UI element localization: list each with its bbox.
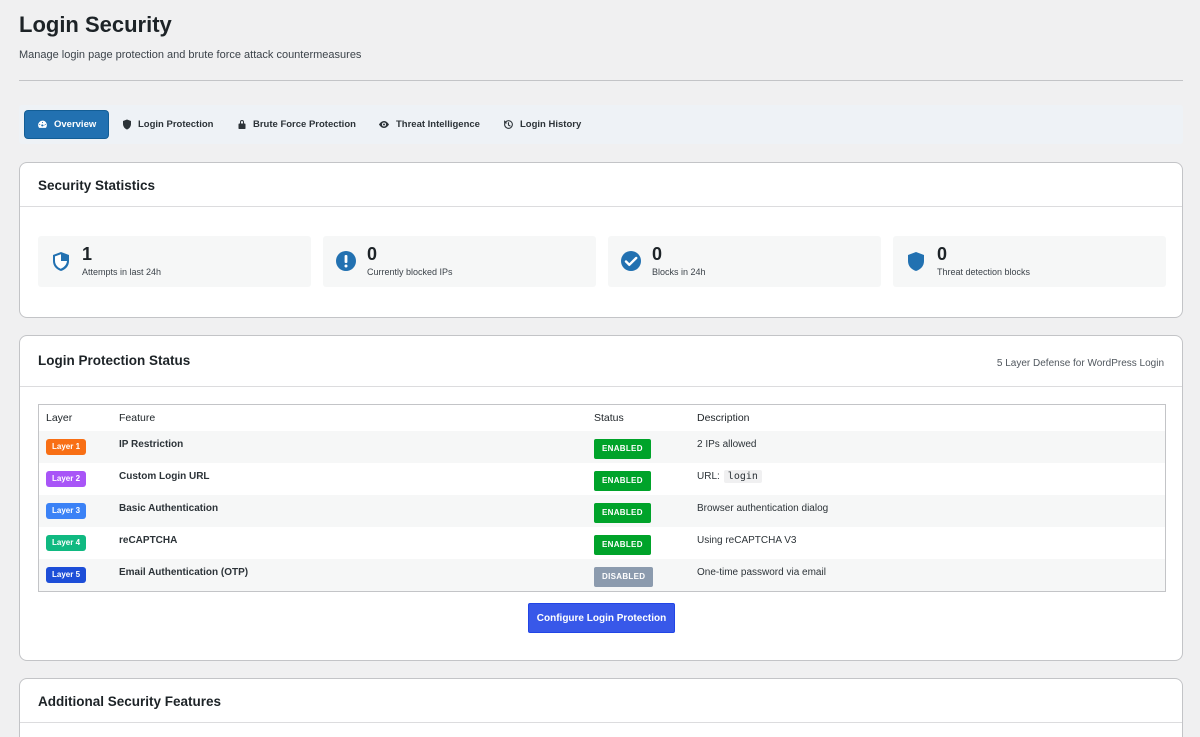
stat-label: Threat detection blocks	[937, 267, 1031, 277]
dashboard-icon	[38, 120, 47, 128]
description: Using reCAPTCHA V3	[697, 535, 797, 546]
history-icon	[504, 120, 513, 129]
protection-table: Layer Feature Status Description Layer 1…	[38, 404, 1166, 592]
tab-login-history[interactable]: Login History	[491, 111, 593, 138]
card-header: Additional Security Features	[20, 679, 1182, 723]
status-badge: ENABLED	[594, 471, 651, 491]
stat-value: 1	[82, 244, 93, 264]
feature-name: IP Restriction	[119, 439, 184, 450]
layer-badge: Layer 3	[46, 503, 87, 519]
card-header: Login Protection Status 5 Layer Defense …	[20, 336, 1182, 387]
feature-name: Custom Login URL	[119, 471, 210, 482]
column-header-feature: Feature	[119, 412, 156, 424]
table-row: Layer 3 Basic Authentication ENABLED Bro…	[39, 495, 1165, 527]
description: Browser authentication dialog	[697, 503, 829, 514]
feature-name: Basic Authentication	[119, 503, 219, 514]
page-title: Login Security	[19, 12, 172, 37]
stat-label: Blocks in 24h	[652, 267, 706, 277]
table-row: Layer 1 IP Restriction ENABLED 2 IPs all…	[39, 431, 1165, 463]
description: 2 IPs allowed	[697, 439, 757, 450]
table-row: Layer 4 reCAPTCHA ENABLED Using reCAPTCH…	[39, 527, 1165, 559]
feature-name: Email Authentication (OTP)	[119, 567, 249, 578]
status-badge: ENABLED	[594, 439, 651, 459]
column-header-layer: Layer	[46, 412, 73, 424]
stat-value: 0	[367, 244, 378, 264]
stat-label: Attempts in last 24h	[82, 267, 162, 277]
tab-brute-force-protection[interactable]: Brute Force Protection	[225, 111, 368, 138]
description: One-time password via email	[697, 567, 826, 578]
column-header-status: Status	[594, 412, 624, 424]
page-subtitle: Manage login page protection and brute f…	[19, 49, 362, 61]
tab-label: Threat Intelligence	[396, 119, 480, 130]
status-badge: ENABLED	[594, 535, 651, 555]
card-title: Security Statistics	[38, 178, 156, 193]
tab-label: Brute Force Protection	[253, 119, 356, 130]
eye-icon	[379, 121, 389, 128]
stat-value: 0	[652, 244, 663, 264]
column-header-description: Description	[697, 412, 750, 424]
stat-blocks-24h: 0 Blocks in 24h	[608, 236, 881, 287]
card-header: Security Statistics	[20, 163, 1182, 207]
security-statistics-card: Security Statistics 1 Attempts in last 2…	[19, 162, 1183, 318]
layer-badge: Layer 5	[46, 567, 87, 583]
table-row: Layer 2 Custom Login URL ENABLED URL: log…	[39, 463, 1165, 495]
tab-label: Overview	[54, 119, 97, 130]
tab-login-protection[interactable]: Login Protection	[110, 111, 225, 138]
tab-label: Login Protection	[138, 119, 214, 130]
layer-badge: Layer 2	[46, 471, 87, 487]
stat-attempts: 1 Attempts in last 24h	[38, 236, 311, 287]
login-protection-status-card: Login Protection Status 5 Layer Defense …	[19, 335, 1183, 661]
stat-value: 0	[937, 244, 948, 264]
card-title: Additional Security Features	[38, 694, 222, 709]
shield-icon	[908, 252, 924, 271]
status-badge: DISABLED	[594, 567, 654, 587]
check-circle-icon	[621, 251, 641, 271]
tab-threat-intelligence[interactable]: Threat Intelligence	[366, 111, 492, 138]
layer-badge: Layer 1	[46, 439, 87, 455]
warning-circle-icon	[336, 251, 356, 271]
shield-half-icon	[53, 252, 69, 271]
tab-label: Login History	[520, 119, 582, 130]
card-title: Login Protection Status	[38, 353, 191, 368]
table-row: Layer 5 Email Authentication (OTP) DISAB…	[39, 559, 1165, 591]
tab-overview[interactable]: Overview	[25, 111, 109, 138]
additional-security-features-card: Additional Security Features	[19, 678, 1183, 737]
description: URL:	[697, 471, 720, 482]
status-badge: ENABLED	[594, 503, 651, 523]
stat-threat-blocks: 0 Threat detection blocks	[893, 236, 1166, 287]
stat-blocked-ips: 0 Currently blocked IPs	[323, 236, 596, 287]
layer-badge: Layer 4	[46, 535, 87, 551]
tab-bar: Overview Login Protection Brute Force Pr…	[19, 105, 1183, 144]
shield-icon	[123, 119, 131, 130]
login-url-code: login	[723, 470, 762, 483]
card-meta: 5 Layer Defense for WordPress Login	[996, 358, 1164, 369]
lock-icon	[238, 120, 246, 129]
stat-label: Currently blocked IPs	[367, 267, 453, 277]
feature-name: reCAPTCHA	[119, 535, 178, 546]
description-wrap: URL: login	[697, 470, 762, 483]
configure-login-protection-button[interactable]: Configure Login Protection	[528, 603, 675, 633]
divider	[19, 80, 1183, 81]
